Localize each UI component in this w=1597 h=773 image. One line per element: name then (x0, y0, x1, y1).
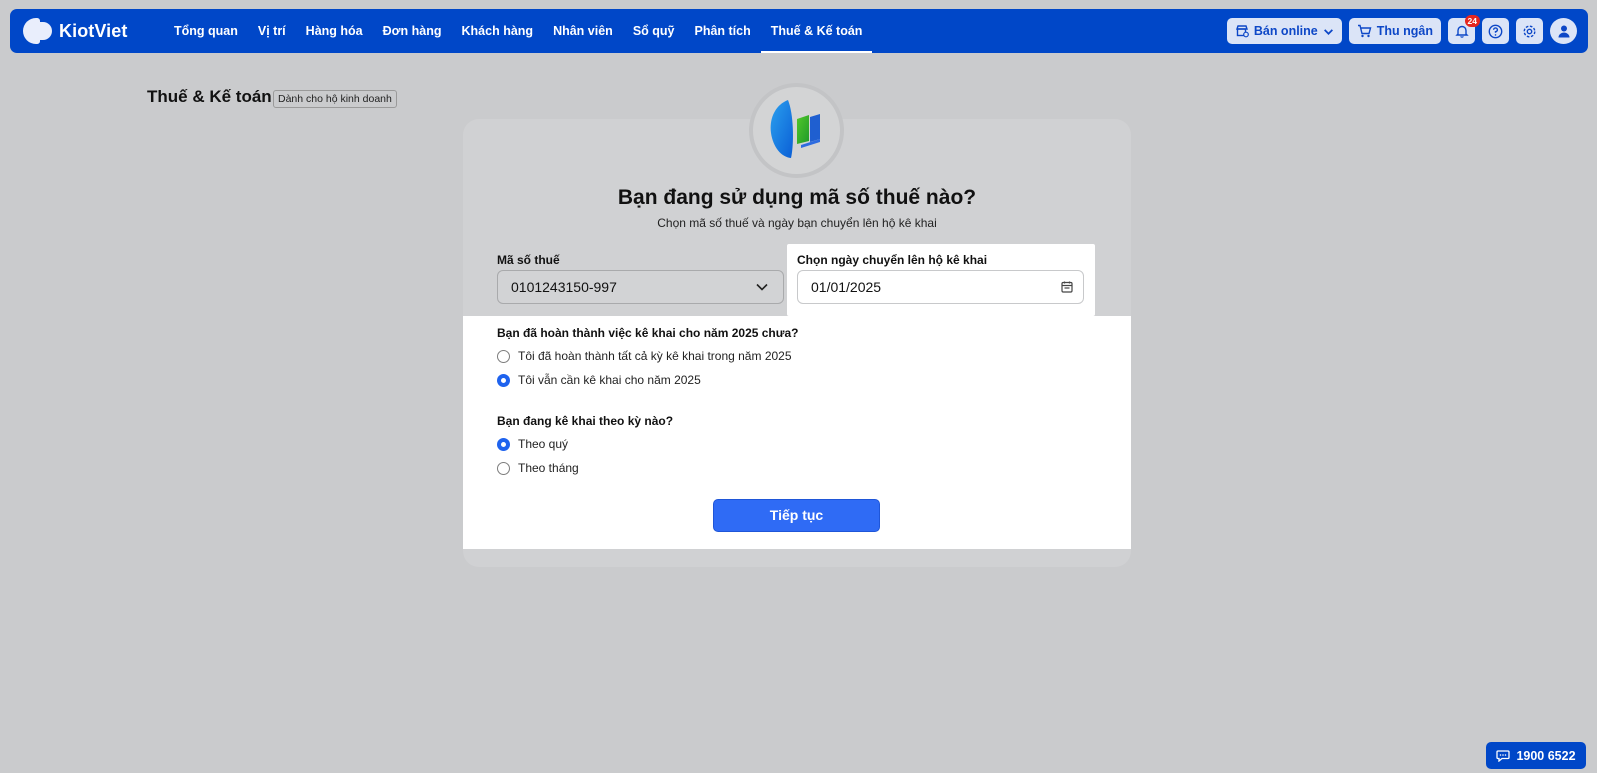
cashier-label: Thu ngân (1376, 24, 1433, 38)
chat-icon (1496, 750, 1511, 762)
tax-app-logo-icon (770, 100, 820, 158)
radio-option-quarterly[interactable]: Theo quý (497, 437, 568, 451)
tax-code-select[interactable]: 0101243150-997 (497, 270, 784, 304)
notifications-button[interactable]: 24 (1448, 15, 1480, 44)
kiotviet-logo[interactable]: KiotViet (23, 16, 141, 46)
logo-text: KiotViet (59, 20, 128, 41)
transfer-date-value: 01/01/2025 (811, 279, 882, 295)
radio-label: Tôi đã hoàn thành tất cả kỳ kê khai tron… (518, 349, 792, 363)
hotline-number: 1900 6522 (1516, 748, 1576, 763)
nav-item-location[interactable]: Vị trí (248, 9, 296, 53)
date-label: Chọn ngày chuyển lên hộ kê khai (797, 253, 988, 267)
settings-button[interactable] (1516, 18, 1543, 44)
gear-icon (1523, 24, 1536, 38)
tax-code-value: 0101243150-997 (511, 279, 617, 295)
chevron-down-icon (756, 283, 768, 291)
help-button[interactable] (1482, 18, 1509, 44)
bell-icon (1454, 25, 1469, 38)
radio-button[interactable] (497, 349, 510, 363)
transfer-date-input[interactable]: 01/01/2025 (797, 270, 1084, 304)
radio-button[interactable] (497, 461, 510, 475)
tax-logo-badge (749, 83, 844, 178)
radio-button-selected[interactable] (497, 373, 510, 387)
hotline-button[interactable]: 1900 6522 (1486, 742, 1586, 769)
radio-button-selected[interactable] (497, 437, 510, 451)
main-nav: Tổng quan Vị trí Hàng hóa Đơn hàng Khách… (164, 9, 873, 53)
nav-item-tax-accounting[interactable]: Thuế & Kế toán (760, 9, 873, 53)
card-title: Bạn đang sử dụng mã số thuế nào? (617, 186, 977, 209)
top-navbar: KiotViet Tổng quan Vị trí Hàng hóa Đơn h… (10, 9, 1588, 53)
nav-item-analytics[interactable]: Phân tích (684, 9, 760, 53)
chevron-down-icon (1323, 28, 1333, 35)
tax-code-label: Mã số thuế (497, 253, 560, 267)
user-icon (1558, 25, 1569, 38)
nav-item-cashbook[interactable]: Sổ quỹ (623, 9, 685, 53)
nav-item-overview[interactable]: Tổng quan (164, 9, 248, 53)
user-avatar[interactable] (1550, 18, 1577, 44)
notification-badge: 24 (1464, 15, 1480, 27)
continue-button[interactable]: Tiếp tục (713, 499, 880, 532)
question-period: Bạn đang kê khai theo kỳ nào? (497, 414, 674, 428)
help-icon (1488, 24, 1503, 38)
card-subtitle: Chọn mã số thuế và ngày bạn chuyển lên h… (657, 216, 937, 230)
sell-online-button[interactable]: Bán online (1226, 18, 1342, 44)
nav-item-products[interactable]: Hàng hóa (296, 9, 373, 53)
radio-option-monthly[interactable]: Theo tháng (497, 461, 579, 475)
nav-item-employees[interactable]: Nhân viên (543, 9, 623, 53)
cart-icon (1357, 24, 1372, 38)
radio-option-still-need[interactable]: Tôi vẫn cần kê khai cho năm 2025 (497, 373, 701, 387)
business-type-tag: Dành cho hộ kinh doanh (273, 90, 397, 108)
nav-actions: Bán online Thu ngân 24 (1226, 15, 1577, 44)
cashier-button[interactable]: Thu ngân (1348, 18, 1441, 44)
online-store-icon (1235, 25, 1249, 38)
nav-item-customers[interactable]: Khách hàng (452, 9, 544, 53)
page-title: Thuế & Kế toán (147, 87, 272, 106)
radio-option-completed[interactable]: Tôi đã hoàn thành tất cả kỳ kê khai tron… (497, 349, 792, 363)
radio-label: Theo quý (518, 437, 569, 451)
calendar-icon[interactable] (1060, 280, 1074, 294)
question-completed-2025: Bạn đã hoàn thành việc kê khai cho năm 2… (497, 326, 799, 340)
sell-online-label: Bán online (1253, 24, 1318, 38)
radio-label: Tôi vẫn cần kê khai cho năm 2025 (518, 373, 701, 387)
radio-label: Theo tháng (518, 461, 579, 475)
nav-item-orders[interactable]: Đơn hàng (373, 9, 452, 53)
logo-icon (23, 16, 55, 46)
